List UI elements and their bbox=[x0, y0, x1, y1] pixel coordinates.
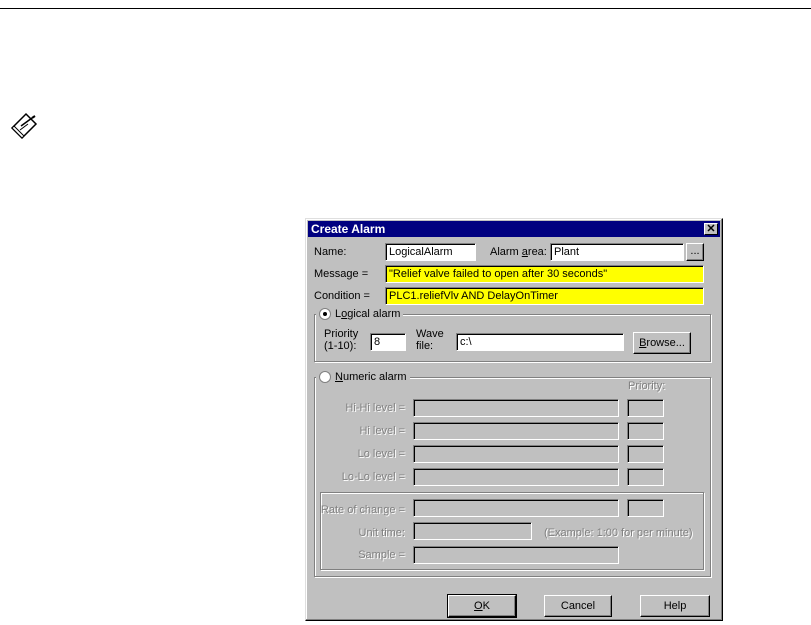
priority-header: Priority: bbox=[628, 380, 666, 392]
unit-time-input[interactable] bbox=[413, 522, 532, 540]
rate-priority-input[interactable] bbox=[627, 499, 664, 517]
dialog-title: Create Alarm bbox=[311, 222, 386, 236]
condition-label: Condition = bbox=[314, 290, 370, 302]
logical-alarm-label: Logical alarm bbox=[335, 308, 401, 320]
help-button[interactable]: Help bbox=[640, 595, 710, 617]
priority-label: Priority (1-10): bbox=[324, 328, 359, 352]
alarm-area-browse-button[interactable]: ... bbox=[686, 243, 704, 261]
ok-button[interactable]: OK bbox=[447, 594, 517, 618]
create-alarm-dialog: Create Alarm ✕ Name: LogicalAlarm Alarm … bbox=[305, 218, 723, 621]
radio-selected-icon bbox=[319, 308, 331, 320]
hihi-level-input[interactable] bbox=[413, 399, 619, 417]
wave-file-label: Wave file: bbox=[416, 328, 444, 352]
rate-of-change-input[interactable] bbox=[413, 499, 619, 517]
close-icon: ✕ bbox=[706, 223, 716, 235]
condition-input[interactable]: PLC1.reliefVlv AND DelayOnTimer bbox=[385, 287, 704, 305]
hi-level-label: Hi level = bbox=[359, 425, 405, 437]
close-button[interactable]: ✕ bbox=[704, 223, 718, 235]
message-input[interactable]: "Relief valve failed to open after 30 se… bbox=[385, 265, 704, 283]
sample-input[interactable] bbox=[413, 546, 619, 564]
alarm-area-input[interactable]: Plant bbox=[550, 243, 684, 261]
lo-level-input[interactable] bbox=[413, 445, 619, 463]
unit-time-label: Unit time: bbox=[358, 527, 405, 539]
logical-alarm-radio[interactable]: Logical alarm bbox=[316, 308, 404, 320]
hi-priority-input[interactable] bbox=[627, 422, 664, 440]
numeric-alarm-radio[interactable]: Numeric alarm bbox=[316, 371, 410, 383]
name-label: Name: bbox=[314, 246, 347, 258]
alarm-area-label: Alarm area: bbox=[490, 246, 547, 258]
top-rule bbox=[0, 8, 811, 9]
hi-level-input[interactable] bbox=[413, 422, 619, 440]
browse-button[interactable]: Browse... bbox=[633, 332, 691, 354]
numeric-alarm-label: Numeric alarm bbox=[335, 371, 407, 383]
message-label: Message = bbox=[314, 268, 369, 280]
hihi-priority-input[interactable] bbox=[627, 399, 664, 417]
hihi-level-label: Hi-Hi level = bbox=[345, 402, 405, 414]
name-input[interactable]: LogicalAlarm bbox=[385, 243, 476, 261]
lolo-level-input[interactable] bbox=[413, 468, 619, 486]
cancel-button[interactable]: Cancel bbox=[544, 595, 612, 617]
lolo-priority-input[interactable] bbox=[627, 468, 664, 486]
lo-level-label: Lo level = bbox=[357, 448, 405, 460]
dialog-titlebar: Create Alarm ✕ bbox=[308, 221, 720, 237]
rate-of-change-label: Rate of change = bbox=[320, 504, 405, 516]
lolo-level-label: Lo-Lo level = bbox=[341, 471, 405, 483]
radio-unselected-icon bbox=[319, 371, 331, 383]
note-pencil-icon bbox=[10, 112, 38, 140]
lo-priority-input[interactable] bbox=[627, 445, 664, 463]
priority-input[interactable]: 8 bbox=[370, 333, 406, 351]
sample-label: Sample = bbox=[358, 549, 405, 561]
unit-time-hint: (Example: 1:00 for per minute) bbox=[544, 527, 693, 539]
wave-file-input[interactable]: c:\ bbox=[456, 333, 624, 351]
